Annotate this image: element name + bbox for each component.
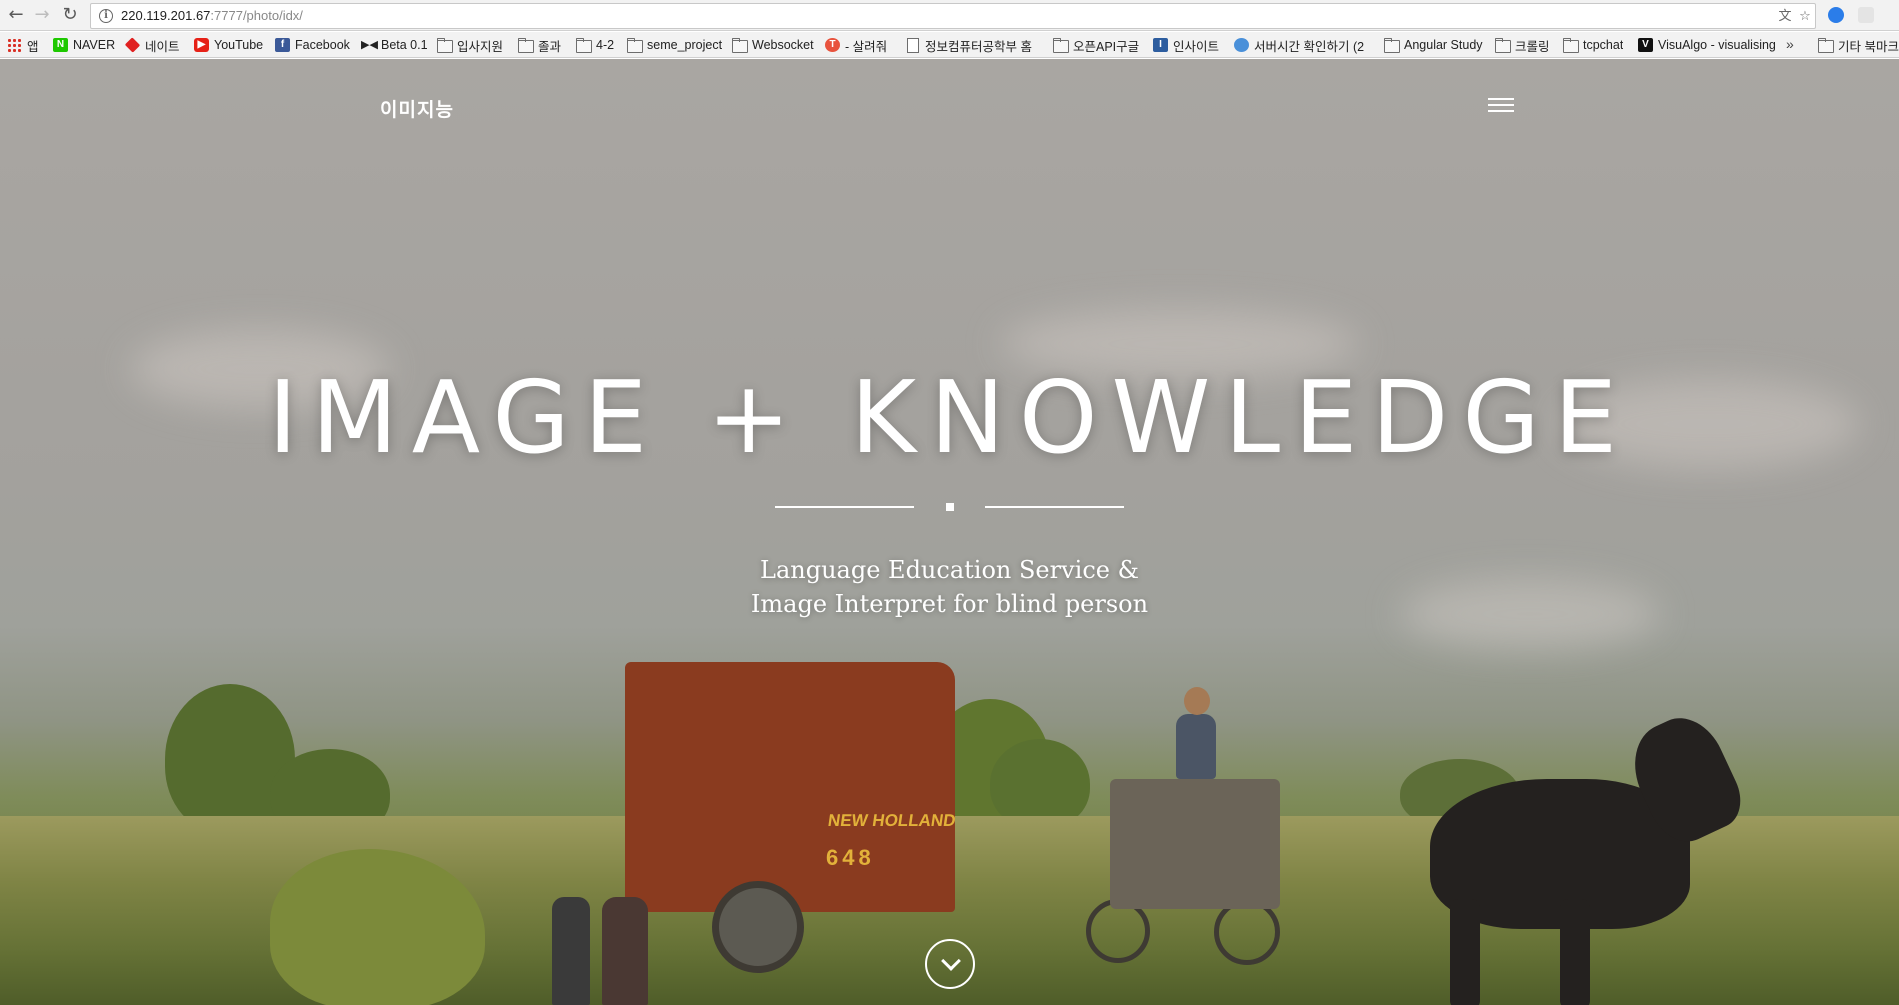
extension-download-icon[interactable] <box>1828 7 1844 23</box>
bookmark-label: 4-2 <box>596 38 615 52</box>
bookmark-label: Beta 0.1 <box>381 38 428 52</box>
folder-icon <box>1495 38 1511 53</box>
bookmark-folder[interactable]: 크롤링 <box>1495 36 1550 54</box>
folder-icon <box>627 38 643 53</box>
clock-icon <box>1234 38 1249 52</box>
bookmark-label: VisuAlgo - visualising <box>1658 38 1776 52</box>
scroll-down-chevron-icon[interactable] <box>925 939 975 989</box>
folder-icon <box>437 38 453 53</box>
url-text[interactable]: 220.119.201.67:7777/photo/idx/ <box>121 8 303 23</box>
folder-icon <box>518 38 534 53</box>
bookmark-folder[interactable]: 4-2 <box>576 36 614 54</box>
hamburger-menu-icon[interactable] <box>1488 97 1514 115</box>
bookmark-label: 정보컴퓨터공학부 홈 <box>925 39 1032 54</box>
bookmark-label: - 살려줘 <box>845 39 888 54</box>
address-bar[interactable]: i 220.119.201.67:7777/photo/idx/ 文 ☆ <box>90 3 1816 29</box>
site-info-icon[interactable]: i <box>99 9 113 23</box>
bookmark-label: 서버시간 확인하기 (2 <box>1254 39 1365 54</box>
folder-icon <box>732 38 748 53</box>
bookmark-facebook[interactable]: f Facebook <box>275 36 350 54</box>
bookmark-label: seme_project <box>647 38 723 52</box>
divider-line-right <box>985 506 1124 508</box>
reload-icon[interactable]: ↻ <box>58 3 82 27</box>
bookmark-label: 오픈API구글 <box>1073 39 1140 54</box>
bowtie-icon: ▶◀ <box>361 39 378 51</box>
folder-icon <box>1384 38 1400 53</box>
hero-subtitle-line1: Language Education Service & <box>760 556 1139 584</box>
back-arrow-icon[interactable]: ← <box>4 3 28 27</box>
bookmark-folder[interactable]: Websocket <box>732 36 814 54</box>
folder-icon <box>1053 38 1069 53</box>
bookmark-beta[interactable]: ▶◀ Beta 0.1 <box>361 36 428 54</box>
bookmark-label: NAVER <box>73 38 116 52</box>
bookmark-insight[interactable]: I 인사이트 <box>1153 36 1219 54</box>
bookmark-other-folder[interactable]: 기타 북마크 <box>1818 36 1899 54</box>
divider-dot <box>946 503 954 511</box>
bookmark-apps[interactable]: 앱 <box>7 36 39 54</box>
translate-icon[interactable]: 文 <box>1777 9 1793 25</box>
site-brand[interactable]: 이미지능 <box>380 95 454 122</box>
hero-title: IMAGE + KNOWLEDGE <box>268 359 1631 476</box>
url-path: :7777/photo/idx/ <box>210 8 303 23</box>
folder-icon <box>1563 38 1579 53</box>
bookmark-folder[interactable]: 졸과 <box>518 36 561 54</box>
baler-model-text: 648 <box>826 845 875 870</box>
folder-icon <box>1818 38 1834 53</box>
naver-icon: N <box>53 38 68 52</box>
browser-toolbar: ← → ↻ i 220.119.201.67:7777/photo/idx/ 文… <box>0 0 1899 31</box>
divider-line-left <box>775 506 914 508</box>
bookmark-label: 크롤링 <box>1515 39 1550 54</box>
circle-t-icon: T <box>825 38 840 52</box>
more-bookmarks-chevron-icon[interactable]: » <box>1786 36 1794 52</box>
extension-cast-icon[interactable] <box>1858 7 1874 23</box>
bookmark-folder[interactable]: 입사지원 <box>437 36 503 54</box>
bookmark-folder[interactable]: 오픈API구글 <box>1053 36 1139 54</box>
folder-icon <box>576 38 592 53</box>
bookmark-naver[interactable]: N NAVER <box>53 36 115 54</box>
site-navbar: 이미지능 <box>0 59 1899 149</box>
bookmark-salryeojwo[interactable]: T - 살려줘 <box>825 36 887 54</box>
bookmark-folder[interactable]: seme_project <box>627 36 722 54</box>
bookmark-label: Websocket <box>752 38 814 52</box>
bookmarks-bar: 앱 N NAVER 네이트 ▶ YouTube f Facebook ▶◀ Be… <box>0 32 1899 58</box>
bookmark-visualgo[interactable]: V VisuAlgo - visualising <box>1638 36 1778 54</box>
bookmark-label: 앱 <box>27 39 39 54</box>
bookmark-star-icon[interactable]: ☆ <box>1797 9 1813 25</box>
bookmark-youtube[interactable]: ▶ YouTube <box>194 36 263 54</box>
youtube-icon: ▶ <box>194 38 209 52</box>
bookmark-cse[interactable]: 정보컴퓨터공학부 홈 <box>905 36 1037 54</box>
i-icon: I <box>1153 38 1168 52</box>
baler-brand-text: NEW HOLLAND <box>826 811 957 830</box>
visualgo-icon: V <box>1638 38 1653 52</box>
hero-subtitle-line2: Image Interpret for blind person <box>750 590 1149 618</box>
bookmark-label: 입사지원 <box>457 39 504 54</box>
bookmark-server-time[interactable]: 서버시간 확인하기 (2 <box>1234 36 1370 54</box>
bookmark-label: 네이트 <box>145 39 180 54</box>
page-viewport: NEW HOLLAND 648 이미지능 IMAGE + KNOWLEDGE L… <box>0 59 1899 1005</box>
apps-grid-icon <box>7 38 22 52</box>
bookmark-nate[interactable]: 네이트 <box>125 36 180 54</box>
url-host: 220.119.201.67 <box>121 8 211 23</box>
page-icon <box>905 38 920 53</box>
bookmark-label: YouTube <box>214 38 264 52</box>
bookmark-label: tcpchat <box>1583 38 1624 52</box>
bookmark-label: 졸과 <box>538 39 562 54</box>
bookmark-label: 인사이트 <box>1173 39 1220 54</box>
bookmark-label: Facebook <box>295 38 350 52</box>
bookmark-label: Angular Study <box>1404 38 1483 52</box>
bookmark-folder[interactable]: Angular Study <box>1384 36 1483 54</box>
forward-arrow-icon[interactable]: → <box>30 3 54 27</box>
bookmark-folder[interactable]: tcpchat <box>1563 36 1623 54</box>
bookmark-label: 기타 북마크 <box>1838 39 1899 54</box>
nate-icon <box>125 37 141 53</box>
facebook-icon: f <box>275 38 290 52</box>
